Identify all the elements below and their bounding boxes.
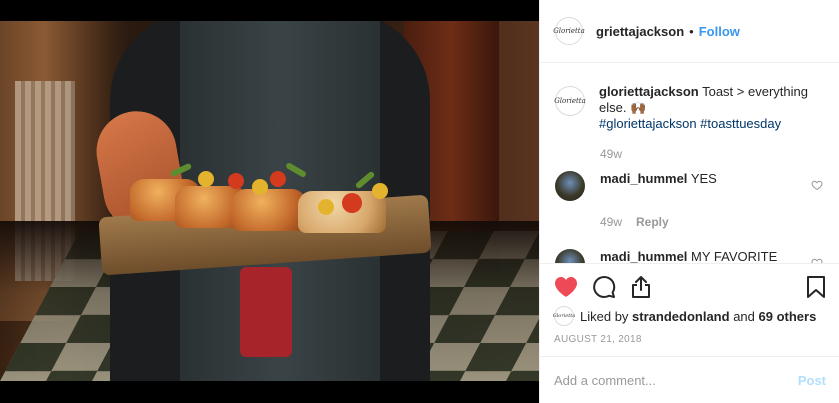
comment: madi_hummel MY FAVORITE [555,249,825,263]
comment-text: MY FAVORITE [691,249,778,263]
action-icons [554,264,826,310]
caption-avatar[interactable]: Glorietta [554,86,586,116]
post-comment-button[interactable]: Post [798,373,826,388]
post-date[interactable]: AUGUST 21, 2018 [554,334,826,345]
comment-text: YES [690,171,717,186]
commenter-avatar[interactable] [555,249,585,263]
caption-timestamp: 49w [600,147,623,161]
post-photo[interactable] [0,0,539,403]
comment-heart-icon[interactable] [811,179,823,191]
liked-by-connector: and [733,308,755,324]
comment-icon[interactable] [592,275,616,299]
separator-dot: • [689,23,694,39]
caption-hashtags[interactable]: #gloriettajackson #toasttuesday [599,116,781,131]
liked-by-prefix: Liked by [580,308,629,324]
add-comment-input[interactable]: Add a comment... [554,373,798,388]
comment-timestamp: 49w [600,215,623,229]
author-avatar[interactable]: Glorietta [553,17,585,45]
caption: Glorietta gloriettajackson Toast > every… [554,64,825,132]
post-side-panel: Glorietta griettajackson • Follow Glorie… [539,0,839,403]
liked-by-others[interactable]: 69 others [759,309,817,324]
caption-username[interactable]: gloriettajackson [599,84,699,99]
comment-meta: 49w Reply [600,215,825,229]
toast-photo-image [0,21,539,381]
commenter-avatar[interactable] [555,171,585,201]
comment-username[interactable]: madi_hummel [600,171,687,186]
reply-button[interactable]: Reply [636,215,669,229]
comment-username[interactable]: madi_hummel [600,249,687,263]
liker-avatar[interactable]: Glorietta [553,306,575,326]
post-actions: Glorietta Liked by strandedonland and 69… [540,263,839,345]
author-username[interactable]: griettajackson [596,24,684,39]
liked-by-user[interactable]: strandedonland [632,309,730,324]
follow-button[interactable]: Follow [699,24,740,39]
share-icon[interactable] [630,275,652,299]
add-comment-bar: Add a comment... Post [540,356,839,403]
heart-icon[interactable] [554,276,578,298]
post-header: Glorietta griettajackson • Follow [540,0,839,63]
comments-list[interactable]: Glorietta gloriettajackson Toast > every… [540,64,839,263]
comment: madi_hummel YES [555,171,825,201]
liked-by: Glorietta Liked by strandedonland and 69… [553,306,826,326]
bookmark-icon[interactable] [806,275,826,299]
